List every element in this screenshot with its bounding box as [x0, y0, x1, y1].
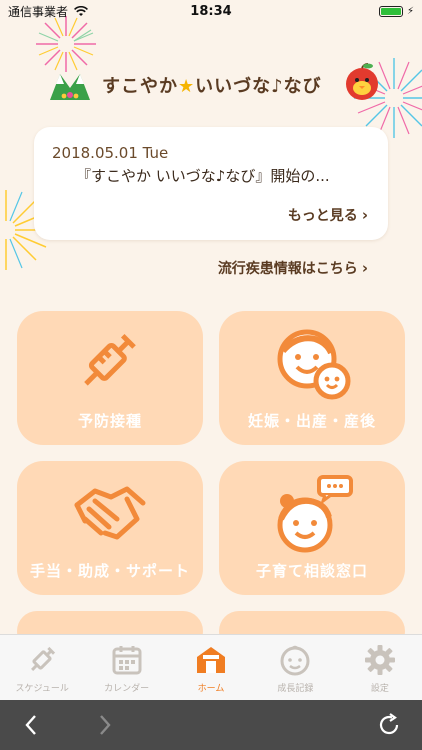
app-title-part1: すこやか [102, 76, 178, 97]
tab-label: 成長記録 [277, 684, 314, 694]
epidemic-info-link[interactable]: 流行疾患情報はこちら › [218, 258, 368, 278]
epidemic-link-label: 流行疾患情報はこちら [217, 261, 358, 277]
syringe-icon [31, 646, 56, 671]
news-more-label: もっと見る [287, 208, 358, 224]
chevron-right-icon: › [361, 259, 368, 277]
tile-label: 妊娠・出産・産後 [247, 412, 376, 430]
status-left: 通信事業者 [8, 3, 88, 20]
tile-allowance-support[interactable]: 手当・助成・サポート [17, 461, 203, 595]
chevron-left-icon [25, 715, 36, 735]
gear-icon [364, 645, 395, 675]
syringe-icon [84, 333, 136, 386]
star-icon: ★ [178, 76, 196, 97]
browser-toolbar [0, 700, 422, 750]
news-text: 『すこやか いいづな♪なび』開始の... [76, 167, 330, 185]
consult-icon [277, 475, 353, 553]
tab-growth-record[interactable]: 成長記録 [253, 635, 337, 700]
tab-label: 設定 [370, 684, 389, 694]
apple-mascot-icon [346, 63, 378, 100]
battery-icon [378, 5, 403, 17]
mother-child-icon [277, 329, 351, 400]
app-header: すこやか★いいづな♪なび [48, 68, 322, 102]
tab-label: カレンダー [104, 684, 150, 694]
tile-label: 予防接種 [77, 412, 142, 430]
handshake-icon [74, 486, 146, 540]
app-title: すこやか★いいづな♪なび [102, 72, 322, 98]
reload-button[interactable] [374, 710, 404, 740]
carrier-name: 通信事業者 [8, 4, 69, 19]
chevron-right-icon: › [361, 206, 368, 224]
tile-vaccination[interactable]: 予防接種 [17, 311, 203, 445]
news-card[interactable]: 2018.05.01 Tue 『すこやか いいづな♪なび』開始の... もっと見… [34, 127, 388, 240]
tab-bar: スケジュール カレンダー ホーム 成長記録 設定 [0, 634, 422, 700]
tab-settings[interactable]: 設定 [338, 635, 422, 700]
tile-childcare-consultation[interactable]: 子育て相談窓口 [219, 461, 405, 595]
wifi-icon [74, 5, 88, 16]
tab-label: ホーム [197, 684, 225, 694]
charging-icon: ⚡ [406, 5, 414, 17]
app-title-part2: いいづな♪なび [195, 76, 322, 97]
tile-label: 子育て相談窓口 [255, 562, 368, 580]
tab-home[interactable]: ホーム [169, 635, 253, 700]
status-right: ⚡ [378, 5, 414, 17]
tab-label: スケジュール [15, 684, 69, 694]
back-button[interactable] [16, 710, 46, 740]
face-icon [280, 645, 310, 676]
tile-pregnancy[interactable]: 妊娠・出産・産後 [219, 311, 405, 445]
status-bar: 通信事業者 18:34 ⚡ [0, 0, 422, 22]
forward-button[interactable] [90, 710, 120, 740]
calendar-icon [112, 646, 142, 675]
firework-top-icon [36, 16, 96, 72]
mountain-logo-icon [50, 74, 90, 100]
chevron-right-icon [100, 715, 111, 735]
news-more-link[interactable]: もっと見る › [288, 205, 368, 225]
reload-icon [379, 713, 399, 735]
home-icon [197, 647, 226, 673]
news-date: 2018.05.01 Tue [52, 144, 169, 162]
tab-schedule[interactable]: スケジュール [0, 635, 84, 700]
tile-label: 手当・助成・サポート [29, 562, 190, 580]
tab-calendar[interactable]: カレンダー [84, 635, 168, 700]
